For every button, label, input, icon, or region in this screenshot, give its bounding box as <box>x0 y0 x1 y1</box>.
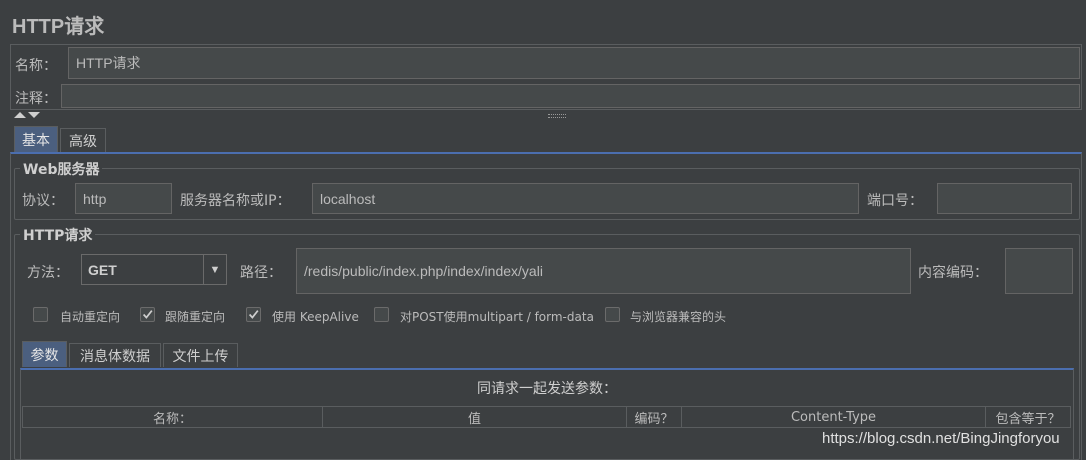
page-title: HTTP请求 <box>12 16 105 38</box>
column-header-name-label: 名称： <box>152 411 192 427</box>
parameters-caption: 同请求一起发送参数： <box>477 381 617 397</box>
path-label: 路径： <box>240 265 282 281</box>
name-label: 名称： <box>15 58 57 74</box>
method-select[interactable]: GET ▼ <box>81 254 227 285</box>
web-server-title: Web服务器 <box>20 159 103 179</box>
multipart-label: 对POST使用multipart / form-data <box>400 310 594 324</box>
column-header-content-type-label: Content-Type <box>790 409 877 425</box>
auto-redirect-label: 自动重定向 <box>60 310 121 324</box>
tab-advanced-label: 高级 <box>69 133 97 150</box>
column-header-include-equals-label: 包含等于？ <box>995 411 1061 427</box>
comment-input[interactable] <box>61 84 1080 108</box>
checkmark-icon <box>142 310 153 319</box>
chevron-down-icon[interactable]: ▼ <box>203 255 226 284</box>
tab-parameters[interactable]: 参数 <box>22 341 67 367</box>
encoding-input[interactable] <box>1005 248 1073 294</box>
watermark: https://blog.csdn.net/BingJingforyou <box>822 430 1060 447</box>
column-header-content-type[interactable]: Content-Type <box>681 406 986 428</box>
splitter[interactable] <box>10 110 1082 122</box>
path-input-value: /redis/public/index.php/index/index/yali <box>304 263 543 279</box>
auto-redirect-checkbox[interactable] <box>33 307 48 322</box>
checkmark-icon <box>248 310 259 319</box>
splitter-grip-icon[interactable] <box>548 114 566 118</box>
column-header-include-equals[interactable]: 包含等于？ <box>985 406 1071 428</box>
protocol-input[interactable]: http <box>75 183 172 214</box>
expand-down-icon[interactable] <box>28 112 40 118</box>
port-label: 端口号： <box>867 193 923 209</box>
browser-headers-checkbox[interactable] <box>605 307 620 322</box>
column-header-encode-label: 编码？ <box>634 411 674 427</box>
keepalive-checkbox[interactable] <box>246 307 261 322</box>
tab-body-data-label: 消息体数据 <box>80 348 150 365</box>
server-input-value: localhost <box>320 190 376 207</box>
protocol-input-value: http <box>83 190 107 207</box>
method-select-value: GET <box>88 261 117 278</box>
column-header-value-label: 值 <box>467 411 481 427</box>
name-input[interactable]: HTTP请求 <box>68 47 1080 79</box>
tab-body-data[interactable]: 消息体数据 <box>69 343 161 367</box>
http-request-title: HTTP请求 <box>20 225 96 245</box>
column-header-value[interactable]: 值 <box>322 406 627 428</box>
multipart-checkbox[interactable] <box>374 307 389 322</box>
column-header-encode[interactable]: 编码？ <box>626 406 682 428</box>
tab-file-upload[interactable]: 文件上传 <box>163 343 238 367</box>
tab-basic[interactable]: 基本 <box>14 126 58 152</box>
protocol-label: 协议： <box>22 193 64 209</box>
tab-basic-label: 基本 <box>22 132 50 149</box>
tab-parameters-label: 参数 <box>30 347 59 364</box>
name-input-value: HTTP请求 <box>76 55 141 71</box>
comment-label: 注释： <box>15 91 57 107</box>
collapse-up-icon[interactable] <box>14 112 26 118</box>
tab-file-upload-label: 文件上传 <box>172 348 229 365</box>
method-label: 方法： <box>27 265 69 281</box>
follow-redirect-label: 跟随重定向 <box>165 310 226 324</box>
server-input[interactable]: localhost <box>312 183 859 214</box>
browser-headers-label: 与浏览器兼容的头 <box>630 310 727 324</box>
port-input[interactable] <box>937 183 1072 214</box>
column-header-name[interactable]: 名称： <box>22 406 323 428</box>
keepalive-label: 使用 KeepAlive <box>272 310 359 324</box>
tab-advanced[interactable]: 高级 <box>60 128 106 152</box>
server-label: 服务器名称或IP： <box>180 193 291 209</box>
encoding-label: 内容编码： <box>918 265 988 281</box>
follow-redirect-checkbox[interactable] <box>140 307 155 322</box>
title-bar <box>0 0 1086 44</box>
path-input[interactable]: /redis/public/index.php/index/index/yali <box>296 248 911 294</box>
